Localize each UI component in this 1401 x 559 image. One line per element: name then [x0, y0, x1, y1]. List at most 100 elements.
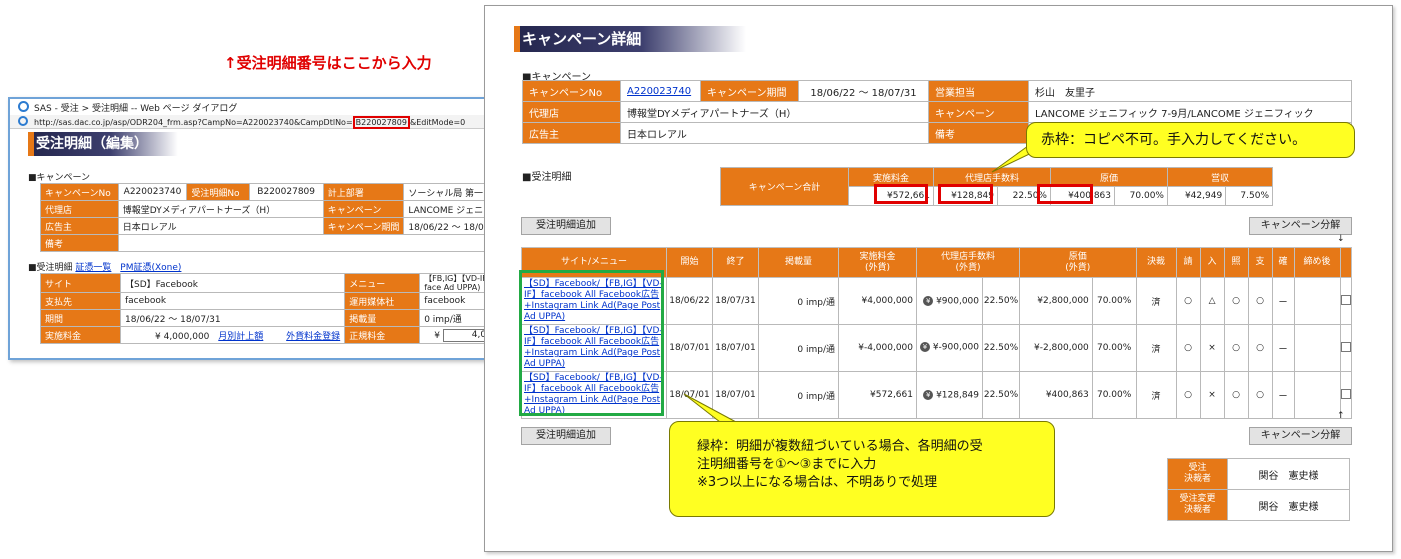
cell: 博報堂DYメディアパートナーズ（H） — [620, 101, 929, 123]
cell: 運用媒体社 — [344, 292, 421, 310]
dialog-detail-label: ■受注明細 — [28, 263, 73, 273]
row-checkbox[interactable] — [1340, 294, 1351, 305]
cell: 正規料金 — [344, 326, 421, 344]
summary-cost-pct: 70.00% — [1114, 186, 1168, 206]
cell: 0 imp/通 — [758, 371, 839, 419]
cell: 営業担当 — [928, 80, 1029, 102]
col-header: 請 — [1175, 247, 1201, 278]
note-line: 緑枠：明細が複数紐づいている場合、各明細の受 — [697, 439, 983, 454]
cell: キャンペーンNo — [522, 80, 621, 102]
monthly-amount-link[interactable]: 月別計上額 — [218, 332, 263, 342]
cell: ー — [1271, 371, 1295, 419]
cell: 広告主 — [40, 217, 119, 235]
cell: 日本ロレアル — [117, 217, 324, 235]
dialog-title: SAS - 受注 > 受注明細 -- Web ページ ダイアログ — [34, 104, 238, 114]
cell: ¥572,661 — [838, 371, 917, 419]
col-header: 確 — [1271, 247, 1295, 278]
cell — [1293, 324, 1341, 372]
cell: 杉山 友里子 — [1028, 80, 1352, 102]
col-header: 原価 (外貨) — [1019, 247, 1137, 278]
pm-evidence-link[interactable]: PM証憑(Xone) — [120, 263, 181, 273]
cell: 受注明細No — [186, 183, 250, 201]
col-header: 支 — [1247, 247, 1273, 278]
dialog-heading: 受注明細（編集） — [28, 132, 178, 156]
cell: ○ — [1247, 371, 1273, 419]
cell: 期間 — [40, 309, 121, 327]
dialog-title-bar: SAS - 受注 > 受注明細 -- Web ページ ダイアログ — [10, 99, 500, 115]
campaign-no-link[interactable]: A220023740 — [627, 86, 691, 97]
summary-revenue-pct: 7.50% — [1225, 186, 1273, 206]
fee-value: ¥-900,000 — [932, 342, 980, 353]
dialog-amount: ¥ 4,000,000 — [155, 331, 210, 342]
cell: × — [1199, 324, 1225, 372]
cell: ○ — [1223, 371, 1249, 419]
url-detail-number-highlight: B220027809 — [352, 116, 410, 129]
cell: facebook — [119, 292, 346, 310]
cell: × — [1199, 371, 1225, 419]
col-header: 決裁 — [1135, 247, 1177, 278]
note-line: 注明細番号を①〜③までに入力 — [697, 457, 877, 472]
evidence-list-link[interactable]: 証憑一覧 — [75, 263, 111, 273]
cell: キャンペーン期間 — [322, 217, 405, 235]
cell: 実施料金 — [40, 326, 121, 344]
green-highlight-site-menu — [519, 270, 664, 416]
cell: ○ — [1223, 324, 1249, 372]
campaign-split-button[interactable]: キャンペーン分解 — [1249, 217, 1352, 235]
cell: 18/06/22 〜 18/07/31 — [119, 309, 346, 327]
cell: 18/07/01 — [666, 324, 713, 372]
cell: 18/07/01 — [712, 324, 759, 372]
dialog-campaign-table: キャンペーンNo A220023740 受注明細No B220027809 計上… — [40, 183, 500, 252]
red-highlight-cost — [1037, 184, 1093, 204]
col-header: 締め後 — [1293, 247, 1341, 278]
cell: 代理店 — [522, 101, 621, 123]
col-header: 代理店手数料 (外貨) — [916, 247, 1020, 278]
cell: 日本ロレアル — [620, 122, 929, 144]
campaign-split-button-bottom[interactable]: キャンペーン分解 — [1249, 427, 1352, 445]
currency-icon: ¥ — [919, 342, 930, 353]
cell: 18/07/31 — [712, 277, 759, 325]
cell — [1339, 277, 1353, 325]
foreign-fee-link[interactable]: 外貨料金登録 — [286, 332, 340, 342]
col-header: 入 — [1199, 247, 1225, 278]
cell: 代理店 — [40, 200, 119, 218]
add-detail-button[interactable]: 受注明細追加 — [521, 217, 611, 235]
green-frame-note-callout: 緑枠：明細が複数紐づいている場合、各明細の受 注明細番号を①〜③までに入力 ※3… — [669, 421, 1055, 517]
col-header: 照 — [1223, 247, 1249, 278]
cell: ¥ ¥900,000 — [915, 277, 983, 325]
cell: 22.50% — [982, 324, 1020, 372]
cell: 計上部署 — [322, 183, 405, 201]
ie-page-icon — [18, 101, 29, 112]
cell: 0 imp/通 — [758, 324, 839, 372]
approver-name: 関谷 憲史様 — [1227, 458, 1350, 490]
dialog-url-bar[interactable]: http://sas.dac.co.jp/asp/ODR204_frm.asp?… — [10, 115, 500, 129]
cell: ¥-4,000,000 — [838, 324, 917, 372]
row-checkbox[interactable] — [1340, 388, 1351, 399]
cell: 掲載量 — [344, 309, 421, 327]
cell: ¥ ¥-900,000 — [915, 324, 983, 372]
cell: LANCOME ジェニフィック 7-9月/LANCOME ジェニフィック — [1028, 101, 1352, 123]
cell — [1339, 324, 1353, 372]
cell: ¥2,800,000 — [1019, 277, 1093, 325]
add-detail-button-bottom[interactable]: 受注明細追加 — [521, 427, 611, 445]
cell: キャンペーンNo — [40, 183, 119, 201]
cell: ¥400,863 — [1019, 371, 1093, 419]
cell — [1293, 371, 1341, 419]
url-prefix: http://sas.dac.co.jp/asp/ODR204_frm.asp?… — [34, 118, 353, 127]
dialog-detail-table: サイト 【SD】Facebook メニュー 【FB,IG】【VD-IF】face… — [40, 273, 500, 344]
cell: サイト — [40, 273, 121, 293]
cell: 0 imp/通 — [758, 277, 839, 325]
url-suffix: &EditMode=0 — [409, 118, 466, 127]
approver-role: 受注変更 決裁者 — [1167, 489, 1228, 521]
cell: ○ — [1247, 277, 1273, 325]
cell: 【SD】Facebook — [119, 273, 346, 293]
cell: 支払先 — [40, 292, 121, 310]
col-header: 終了 — [712, 247, 759, 278]
col-header: 掲載量 — [758, 247, 839, 278]
summary-header: 営収 — [1167, 167, 1273, 187]
row-checkbox[interactable] — [1340, 341, 1351, 352]
fee-value: ¥128,849 — [936, 390, 980, 401]
cell[interactable] — [117, 234, 500, 252]
cell: ○ — [1175, 371, 1201, 419]
approver-table: 受注 決裁者 関谷 憲史様 受注変更 決裁者 関谷 憲史様 — [1167, 458, 1350, 521]
copy-paste-note-callout: 赤枠：コピペ不可。手入力してください。 — [1026, 122, 1355, 158]
